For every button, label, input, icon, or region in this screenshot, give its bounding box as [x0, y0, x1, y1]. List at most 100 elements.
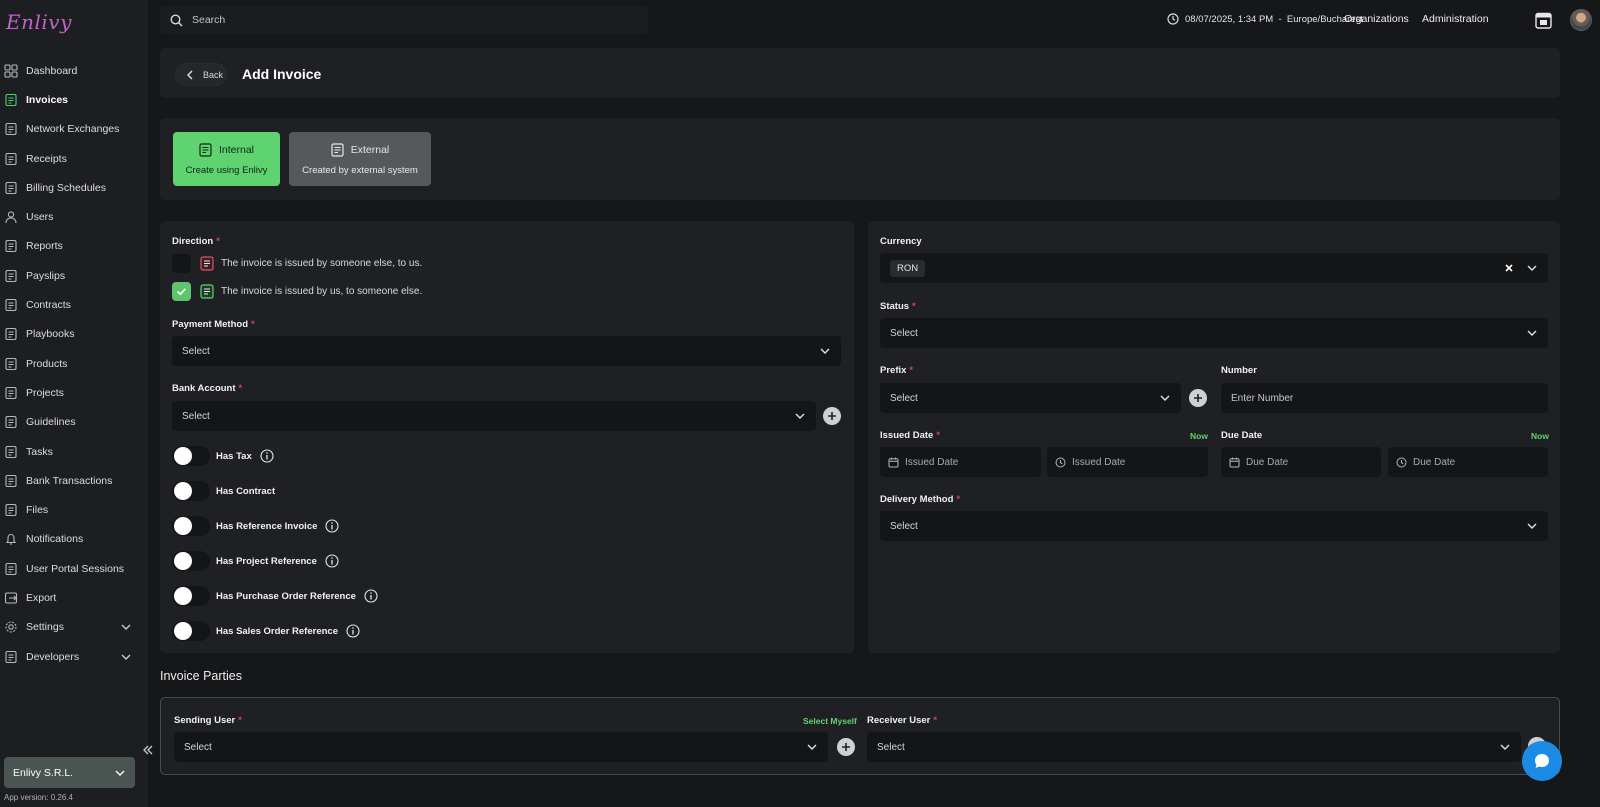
chat-support-button[interactable] [1522, 741, 1562, 781]
issued-time-input[interactable]: Issued Date [1047, 447, 1208, 477]
sidebar-item-notifications[interactable]: Notifications [0, 525, 148, 554]
sidebar-item-billing-schedules[interactable]: Billing Schedules [0, 173, 148, 202]
clear-icon[interactable] [1504, 263, 1514, 273]
portal-icon [4, 562, 18, 576]
calendar-button[interactable] [1535, 11, 1552, 29]
direction-incoming-checkbox[interactable] [172, 254, 191, 273]
sidebar-item-playbooks[interactable]: Playbooks [0, 320, 148, 349]
search-bar[interactable] [160, 6, 648, 34]
sidebar-item-label: Export [26, 591, 57, 604]
due-time-input[interactable]: Due Date [1388, 447, 1548, 477]
app-logo[interactable]: Enlivy [6, 10, 72, 34]
sidebar-item-label: Notifications [26, 533, 84, 546]
sidebar-item-reports[interactable]: Reports [0, 232, 148, 261]
has-purchase-order-reference-toggle[interactable] [172, 586, 210, 606]
sidebar-item-label: Guidelines [26, 416, 76, 429]
external-type-button[interactable]: External Created by external system [289, 132, 431, 186]
administration-link[interactable]: Administration [1422, 13, 1489, 25]
info-icon[interactable] [325, 554, 339, 568]
add-bank-account-button[interactable] [823, 407, 841, 425]
bank-account-select[interactable]: Select [172, 401, 816, 431]
collapse-sidebar-button[interactable] [141, 742, 155, 758]
bank-account-label: Bank Account * [172, 383, 243, 394]
receiver-user-select[interactable]: Select [867, 732, 1521, 762]
has-tax-row: Has Tax [172, 446, 274, 466]
invoice-form-right: Currency RON Status * Select Prefix * Sele… [868, 221, 1560, 653]
info-icon[interactable] [364, 589, 378, 603]
has-sales-order-reference-toggle[interactable] [172, 621, 210, 641]
direction-option-outgoing[interactable]: The invoice is issued by us, to someone … [172, 282, 422, 301]
sending-user-select[interactable]: Select [174, 732, 828, 762]
add-sending-user-button[interactable] [837, 738, 855, 756]
bell-icon [4, 532, 18, 546]
invoice-doc-icon [200, 256, 214, 271]
sidebar-item-label: Dashboard [26, 64, 78, 77]
organizations-link[interactable]: Organizations [1344, 13, 1409, 25]
sidebar-item-products[interactable]: Products [0, 349, 148, 378]
sidebar-nav: Dashboard Invoices Network Exchanges Receip… [0, 56, 148, 671]
file-icon [4, 503, 18, 517]
number-input[interactable] [1221, 383, 1548, 413]
sidebar-item-payslips[interactable]: Payslips [0, 261, 148, 290]
user-avatar[interactable] [1570, 9, 1592, 31]
sidebar-item-projects[interactable]: Projects [0, 378, 148, 407]
issued-date-input[interactable]: Issued Date [880, 447, 1041, 477]
invoice-type-selector: Internal Create using Enlivy External Cr… [160, 118, 1560, 200]
sidebar-item-user-portal-sessions[interactable]: User Portal Sessions [0, 554, 148, 583]
has-project-reference-toggle[interactable] [172, 551, 210, 571]
info-icon[interactable] [260, 449, 274, 463]
has-reference-invoice-row: Has Reference Invoice [172, 516, 339, 536]
organization-switcher[interactable]: Enlivy S.R.L. [4, 757, 135, 788]
sidebar-item-developers[interactable]: Developers [0, 642, 148, 671]
status-select[interactable]: Select [880, 318, 1548, 348]
direction-incoming-label: The invoice is issued by someone else, t… [221, 258, 423, 269]
sidebar-item-bank-transactions[interactable]: Bank Transactions [0, 466, 148, 495]
sidebar-item-users[interactable]: Users [0, 202, 148, 231]
sidebar-item-label: Developers [26, 650, 80, 663]
select-myself-link[interactable]: Select Myself [803, 716, 857, 726]
delivery-method-select[interactable]: Select [880, 511, 1548, 541]
search-icon [170, 13, 183, 26]
payment-method-select[interactable]: Select [172, 336, 841, 366]
clock-icon [1167, 13, 1179, 25]
sidebar-item-guidelines[interactable]: Guidelines [0, 408, 148, 437]
sidebar-item-receipts[interactable]: Receipts [0, 144, 148, 173]
back-button[interactable]: Back [175, 63, 227, 86]
invoice-parties-card: Sending User * Select Myself Select Recei… [160, 697, 1560, 775]
invoice-form-left: Direction * The invoice is issued by some… [160, 221, 854, 653]
sidebar-item-invoices[interactable]: Invoices [0, 85, 148, 114]
search-input[interactable] [192, 14, 592, 26]
has-contract-toggle[interactable] [172, 481, 210, 501]
add-prefix-button[interactable] [1189, 389, 1207, 407]
sidebar-item-label: Contracts [26, 299, 71, 312]
direction-label: Direction * [172, 236, 220, 247]
sidebar-item-dashboard[interactable]: Dashboard [0, 56, 148, 85]
issued-date-now-link[interactable]: Now [1190, 431, 1208, 441]
chevron-down-icon [1527, 330, 1537, 336]
sidebar-item-settings[interactable]: Settings [0, 613, 148, 642]
plus-icon [828, 412, 836, 420]
invoice-icon [4, 93, 18, 107]
sidebar-item-contracts[interactable]: Contracts [0, 290, 148, 319]
info-icon[interactable] [325, 519, 339, 533]
sidebar-item-network-exchanges[interactable]: Network Exchanges [0, 115, 148, 144]
info-icon[interactable] [346, 624, 360, 638]
direction-outgoing-checkbox[interactable] [172, 282, 191, 301]
sidebar-item-files[interactable]: Files [0, 495, 148, 524]
chat-icon [1535, 754, 1549, 768]
currency-chip: RON [890, 259, 926, 277]
internal-type-button[interactable]: Internal Create using Enlivy [173, 132, 280, 186]
chevron-down-icon [1500, 744, 1510, 750]
has-purchase-order-reference-label: Has Purchase Order Reference [216, 590, 356, 602]
direction-option-incoming[interactable]: The invoice is issued by someone else, t… [172, 254, 422, 273]
sidebar-item-export[interactable]: Export [0, 583, 148, 612]
due-date-now-link[interactable]: Now [1531, 431, 1549, 441]
datetime-display[interactable]: 08/07/2025, 1:34 PM - Europe/Bucharest [1167, 13, 1363, 25]
has-tax-toggle[interactable] [172, 446, 210, 466]
has-reference-invoice-toggle[interactable] [172, 516, 210, 536]
sidebar-item-tasks[interactable]: Tasks [0, 437, 148, 466]
prefix-select[interactable]: Select [880, 383, 1181, 413]
has-contract-row: Has Contract [172, 481, 275, 501]
currency-select[interactable]: RON [880, 253, 1548, 283]
due-date-input[interactable]: Due Date [1221, 447, 1381, 477]
